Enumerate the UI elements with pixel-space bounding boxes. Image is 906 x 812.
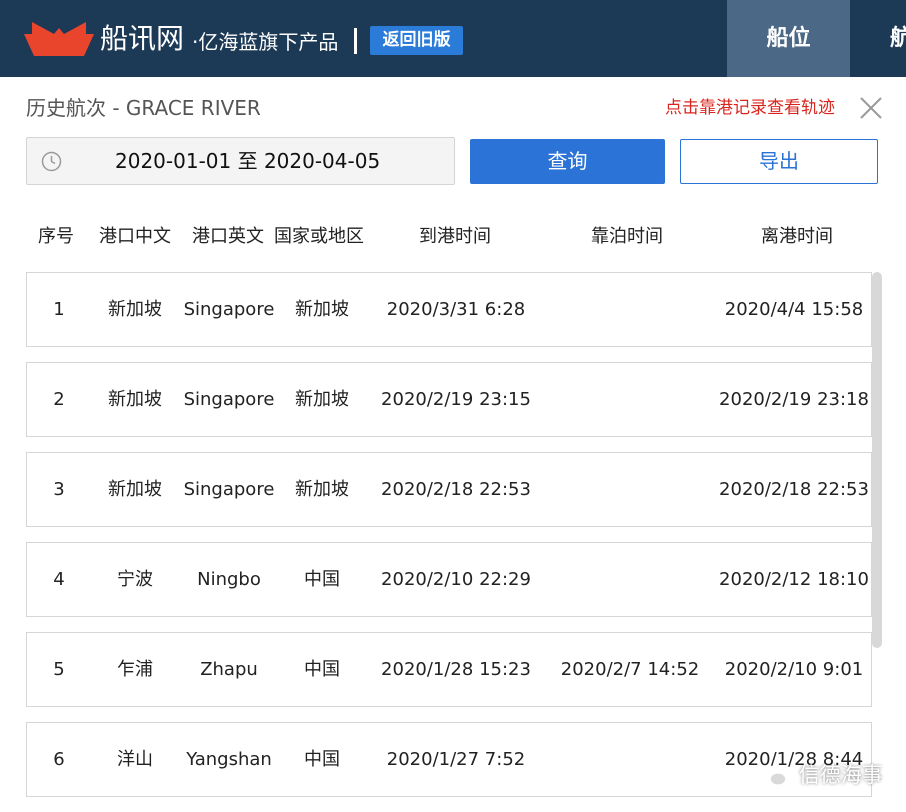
row-departure: 2020/2/18 22:53 (719, 479, 869, 500)
date-range-value: 2020-01-01 至 2020-04-05 (115, 149, 381, 173)
row-index: 2 (53, 389, 65, 410)
nav-tab-vessel-position[interactable]: 船位 (727, 0, 850, 77)
row-port-en: Zhapu (200, 659, 258, 680)
header-country: 国家或地区 (274, 226, 364, 247)
row-port-en: Ningbo (197, 569, 261, 590)
row-port-cn: 乍浦 (117, 659, 153, 680)
row-departure: 2020/2/10 9:01 (724, 659, 864, 680)
watermark-text: 信德海事 (798, 763, 883, 787)
clock-icon (41, 151, 62, 172)
header-port-en: 港口英文 (192, 226, 264, 247)
row-port-en: Singapore (183, 479, 275, 500)
row-country: 中国 (304, 569, 340, 590)
track-hint: 点击靠港记录查看轨迹 (665, 98, 835, 118)
row-port-en: Singapore (183, 389, 275, 410)
header-departure: 离港时间 (761, 226, 833, 247)
close-icon[interactable] (859, 96, 883, 120)
query-button[interactable]: 查询 (470, 139, 665, 184)
row-country: 中国 (304, 659, 340, 680)
row-index: 1 (53, 299, 65, 320)
table-row[interactable]: 3 新加坡 Singapore 新加坡 2020/2/18 22:53 2020… (26, 452, 872, 527)
row-index: 4 (53, 569, 65, 590)
return-old-version-button[interactable]: 返回旧版 (370, 26, 463, 55)
row-index: 6 (53, 749, 65, 770)
row-departure: 2020/2/12 18:10 (719, 569, 869, 590)
row-port-cn: 洋山 (117, 749, 153, 770)
row-port-cn: 新加坡 (108, 389, 162, 410)
row-arrival: 2020/2/10 22:29 (381, 569, 531, 590)
row-arrival: 2020/1/27 7:52 (386, 749, 526, 770)
page-title: 历史航次 - GRACE RIVER (26, 96, 261, 120)
table-row[interactable]: 2 新加坡 Singapore 新加坡 2020/2/19 23:15 2020… (26, 362, 872, 437)
row-departure: 2020/4/4 15:58 (724, 299, 864, 320)
row-arrival: 2020/2/18 22:53 (381, 479, 531, 500)
nav-tab-next[interactable]: 航 (890, 0, 906, 77)
row-country: 中国 (304, 749, 340, 770)
row-port-cn: 新加坡 (108, 479, 162, 500)
top-header: 船讯网 ·亿海蓝旗下产品 返回旧版 船位 航 (0, 0, 906, 77)
header-berth: 靠泊时间 (591, 226, 663, 247)
row-arrival: 2020/3/31 6:28 (386, 299, 526, 320)
date-range-picker[interactable]: 2020-01-01 至 2020-04-05 (26, 137, 455, 185)
table-scrollbar[interactable] (872, 272, 882, 648)
row-port-en: Yangshan (186, 749, 272, 770)
boat-logo-icon (24, 22, 94, 56)
table-row[interactable]: 5 乍浦 Zhapu 中国 2020/1/28 15:23 2020/2/7 1… (26, 632, 872, 707)
row-port-cn: 宁波 (117, 569, 153, 590)
header-index: 序号 (38, 226, 74, 247)
row-index: 3 (53, 479, 65, 500)
row-arrival: 2020/2/19 23:15 (381, 389, 531, 410)
brand-name: 船讯网 (100, 22, 185, 55)
table-row[interactable]: 4 宁波 Ningbo 中国 2020/2/10 22:29 2020/2/12… (26, 542, 872, 617)
row-country: 新加坡 (295, 299, 349, 320)
header-port-cn: 港口中文 (99, 226, 171, 247)
wechat-icon (760, 765, 787, 786)
brand-divider (354, 28, 357, 54)
row-country: 新加坡 (295, 389, 349, 410)
watermark: 信德海事 (760, 758, 883, 792)
table-row[interactable]: 1 新加坡 Singapore 新加坡 2020/3/31 6:28 2020/… (26, 272, 872, 347)
row-index: 5 (53, 659, 65, 680)
row-berth: 2020/2/7 14:52 (560, 659, 700, 680)
row-port-cn: 新加坡 (108, 299, 162, 320)
row-country: 新加坡 (295, 479, 349, 500)
export-button[interactable]: 导出 (680, 139, 878, 184)
header-arrival: 到港时间 (419, 226, 491, 247)
row-port-en: Singapore (183, 299, 275, 320)
table-row[interactable]: 6 洋山 Yangshan 中国 2020/1/27 7:52 2020/1/2… (26, 722, 872, 797)
brand-subtitle: ·亿海蓝旗下产品 (192, 30, 339, 54)
row-departure: 2020/2/19 23:18 (719, 389, 869, 410)
row-arrival: 2020/1/28 15:23 (381, 659, 531, 680)
